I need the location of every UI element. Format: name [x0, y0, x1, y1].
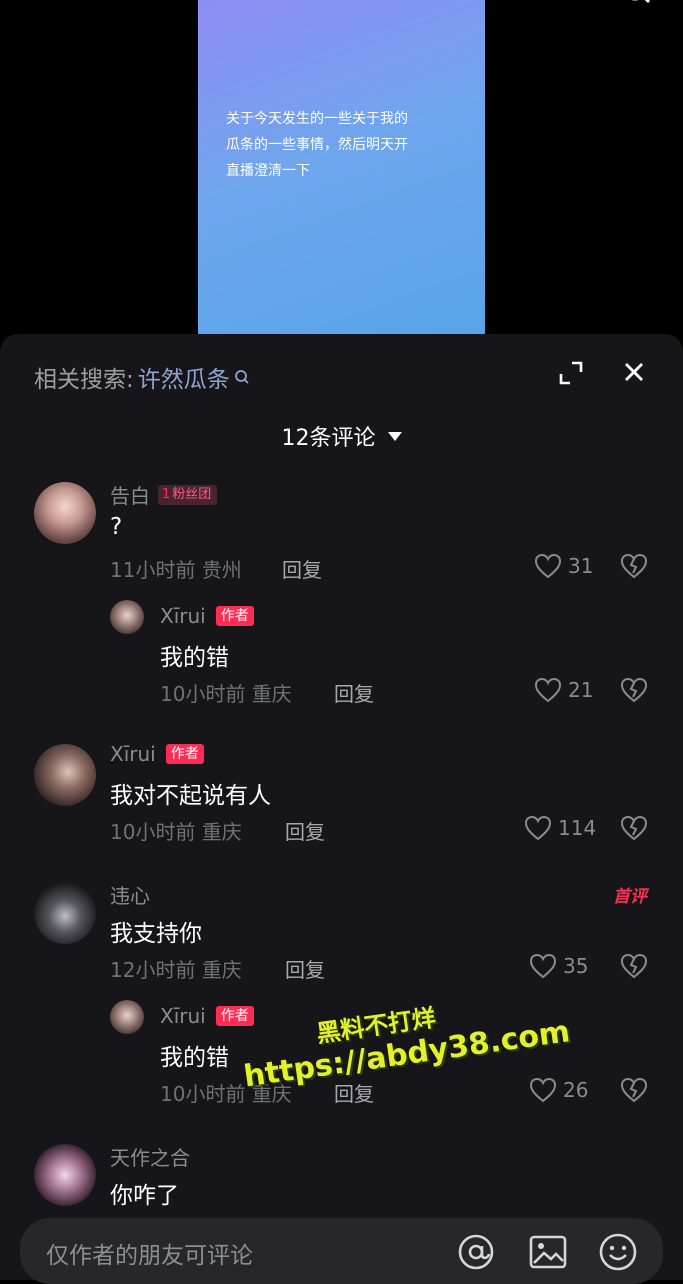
search-icon[interactable] — [623, 0, 651, 6]
heart-outline-icon — [529, 953, 557, 979]
comment-location: 重庆 — [251, 682, 292, 706]
video-caption: 关于今天发生的一些关于我的 瓜条的一些事情，然后明天开 直播澄清一下 — [226, 111, 408, 179]
heart-outline-icon — [529, 1077, 557, 1103]
avatar[interactable] — [34, 1144, 96, 1206]
avatar[interactable] — [110, 600, 144, 634]
comment-time: 10小时前 — [160, 1082, 246, 1106]
author-badge: 作者 — [165, 744, 204, 764]
video-preview[interactable]: 关于今天发生的一些关于我的 瓜条的一些事情，然后明天开 直播澄清一下 — [198, 0, 485, 340]
username-text: 告白 — [110, 484, 150, 508]
like-count: 35 — [563, 954, 589, 978]
image-icon[interactable] — [528, 1232, 568, 1272]
comment-meta: 11小时前 贵州 — [110, 554, 242, 583]
dislike-icon[interactable] — [620, 815, 648, 841]
username-text: Xīrui — [110, 742, 156, 766]
reply-button[interactable]: 回复 — [282, 554, 322, 583]
heart-outline-icon — [524, 815, 552, 841]
like-button[interactable]: 21 — [534, 677, 593, 703]
comment-time: 10小时前 — [110, 820, 196, 844]
username-text: 天作之合 — [110, 1146, 190, 1170]
like-count: 31 — [568, 554, 594, 578]
dislike-icon[interactable] — [620, 1077, 648, 1103]
reply-button[interactable]: 回复 — [285, 816, 325, 845]
emoji-icon[interactable] — [598, 1232, 638, 1272]
expand-icon[interactable] — [558, 360, 584, 386]
reply-username[interactable]: Xīrui 作者 — [160, 604, 254, 628]
dislike-icon[interactable] — [620, 953, 648, 979]
comment-location: 贵州 — [201, 558, 242, 582]
comment-time: 12小时前 — [110, 958, 196, 982]
comment-text: 我支持你 — [110, 921, 202, 947]
reply-text: 我的错 — [160, 1045, 229, 1071]
comment-count[interactable]: 12条评论 — [0, 420, 683, 452]
comment-text: 你咋了 — [110, 1183, 179, 1209]
heart-icon: 1 — [162, 486, 171, 502]
reply-button[interactable]: 回复 — [334, 678, 374, 707]
author-badge: 作者 — [215, 606, 254, 626]
like-button[interactable]: 114 — [524, 815, 596, 841]
like-button[interactable]: 35 — [529, 953, 588, 979]
reply-meta: 10小时前 重庆 — [160, 678, 292, 707]
search-icon — [234, 370, 249, 384]
comment-username[interactable]: 告白 1 粉丝团 — [110, 480, 218, 509]
username-text: Xīrui — [160, 1004, 206, 1028]
comment-username[interactable]: 天作之合 — [110, 1142, 190, 1171]
related-search-label: 相关搜索: — [34, 367, 134, 393]
heart-outline-icon — [534, 677, 562, 703]
at-icon[interactable] — [456, 1232, 496, 1272]
related-search[interactable]: 相关搜索: 许然瓜条 — [34, 360, 250, 394]
related-search-keyword[interactable]: 许然瓜条 — [138, 360, 230, 394]
like-button[interactable]: 26 — [529, 1077, 588, 1103]
comment-input-placeholder: 仅作者的朋友可评论 — [46, 1243, 253, 1269]
comment-meta: 12小时前 重庆 — [110, 954, 242, 983]
reply-button[interactable]: 回复 — [285, 954, 325, 983]
comment-panel: 相关搜索: 许然瓜条 12条评论 告白 1 粉丝团 ? 11小时前 贵州 回复 3… — [0, 334, 683, 1280]
dislike-icon[interactable] — [620, 677, 648, 703]
comment-username[interactable]: 违心 — [110, 880, 150, 909]
comment-time: 10小时前 — [160, 682, 246, 706]
like-count: 114 — [558, 816, 597, 840]
caret-down-icon — [387, 431, 402, 441]
reply-button[interactable]: 回复 — [334, 1078, 374, 1107]
comment-text: ? — [110, 514, 123, 540]
comment-time: 11小时前 — [110, 558, 196, 582]
comment-count-label: 12条评论 — [281, 426, 376, 451]
dislike-icon[interactable] — [620, 553, 648, 579]
like-count: 21 — [568, 678, 594, 702]
heart-outline-icon — [534, 553, 562, 579]
like-count: 26 — [563, 1078, 589, 1102]
avatar[interactable] — [34, 482, 96, 544]
close-icon[interactable] — [620, 358, 648, 386]
reply-text: 我的错 — [160, 645, 229, 671]
comment-location: 重庆 — [201, 820, 242, 844]
comment-username[interactable]: Xīrui 作者 — [110, 742, 204, 766]
avatar[interactable] — [34, 882, 96, 944]
avatar[interactable] — [110, 1000, 144, 1034]
comment-meta: 10小时前 重庆 — [110, 816, 242, 845]
first-comment-tag: 首评 — [613, 887, 647, 907]
comment-text: 我对不起说有人 — [110, 783, 271, 809]
username-text: Xīrui — [160, 604, 206, 628]
comment-input-bar[interactable]: 仅作者的朋友可评论 — [20, 1218, 663, 1284]
fan-club-label: 粉丝团 — [172, 486, 212, 502]
fan-club-badge: 1 粉丝团 — [158, 484, 218, 505]
avatar[interactable] — [34, 744, 96, 806]
like-button[interactable]: 31 — [534, 553, 593, 579]
comment-location: 重庆 — [201, 958, 242, 982]
username-text: 违心 — [110, 884, 150, 908]
